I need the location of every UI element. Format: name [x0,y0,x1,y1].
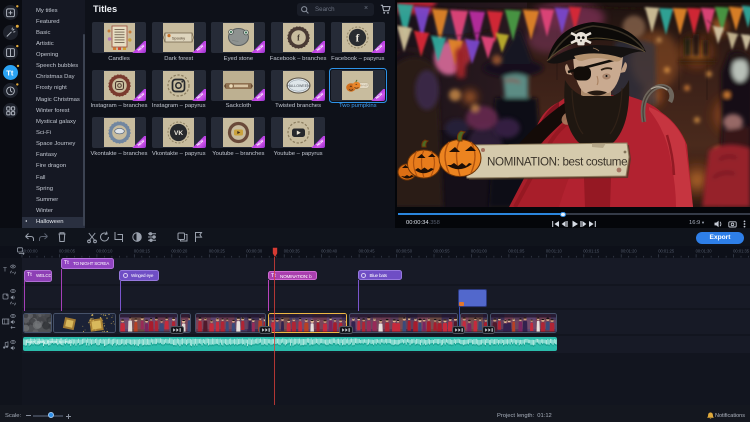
svg-text:f: f [297,34,300,43]
svg-text:Tt: Tt [6,68,14,77]
svg-text:00:00:00: 00:00:00 [22,249,39,254]
svg-text:00:00:30: 00:00:30 [246,249,263,254]
svg-text:00:00:20: 00:00:20 [171,249,188,254]
svg-text:00:01:35: 00:01:35 [733,249,750,254]
svg-text:00:01:00: 00:01:00 [471,249,488,254]
svg-text:Spooky: Spooky [172,35,185,40]
svg-text:00:00:35: 00:00:35 [284,249,301,254]
svg-text:Scary_party_theme_full.mp3: Scary_party_theme_full.mp3 [26,340,72,344]
svg-text:00:01:15: 00:01:15 [583,249,600,254]
svg-text:VK: VK [174,130,183,137]
svg-text:00:00:15: 00:00:15 [134,249,151,254]
svg-text:00:01:25: 00:01:25 [658,249,675,254]
svg-text:00:00:50: 00:00:50 [396,249,413,254]
svg-text:NOMINATION: best costume: NOMINATION: best costume [487,156,627,169]
svg-text:00:00:55: 00:00:55 [434,249,451,254]
svg-text:00:00:05: 00:00:05 [59,249,76,254]
svg-text:f: f [356,33,360,45]
svg-text:00:00:40: 00:00:40 [321,249,338,254]
svg-text:00:01:10: 00:01:10 [546,249,563,254]
svg-text:HALLOWEEN: HALLOWEEN [287,84,310,88]
svg-text:00:00:25: 00:00:25 [209,249,226,254]
svg-text:00:01:20: 00:01:20 [621,249,638,254]
svg-text:T: T [3,267,7,274]
svg-text:00:00:45: 00:00:45 [359,249,376,254]
svg-text:00:01:05: 00:01:05 [508,249,525,254]
svg-text:00:01:30: 00:01:30 [696,249,713,254]
svg-text:00:00:10: 00:00:10 [96,249,113,254]
